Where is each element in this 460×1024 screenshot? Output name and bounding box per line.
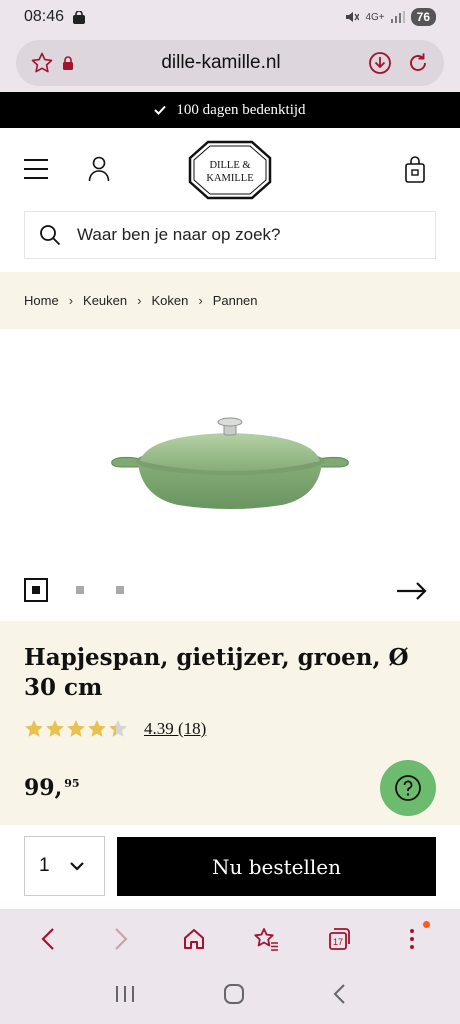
chevron-right-icon: › — [68, 293, 74, 308]
product-price: 99, 95 — [24, 775, 436, 801]
question-icon — [395, 775, 421, 801]
search-input[interactable]: Waar ben je naar op zoek? — [24, 211, 436, 259]
recent-apps-icon[interactable] — [114, 985, 136, 1008]
price-main: 99, — [24, 775, 63, 801]
notification-dot — [422, 921, 430, 928]
quantity-value: 1 — [39, 855, 50, 876]
chevron-right-icon: › — [198, 293, 203, 308]
quantity-select[interactable]: 1 — [24, 836, 105, 896]
arrow-right-icon[interactable] — [396, 581, 428, 606]
more-menu-icon[interactable] — [392, 919, 432, 959]
breadcrumb-pannen[interactable]: Pannen — [213, 293, 258, 308]
carousel-indicators — [24, 578, 128, 602]
star-icon — [46, 720, 64, 737]
breadcrumb-keuken[interactable]: Keuken — [83, 293, 127, 308]
carousel-dot[interactable] — [116, 586, 124, 594]
bookmark-star-icon[interactable] — [30, 51, 54, 75]
status-icons: 4G+ 76 — [345, 8, 436, 26]
status-bar: 08:46 4G+ 76 — [0, 0, 460, 34]
chevron-down-icon — [69, 861, 84, 871]
usp-banner: 100 dagen bedenktijd — [0, 92, 460, 128]
forward-icon[interactable] — [101, 919, 141, 959]
rating-link[interactable]: 4.39 (18) — [144, 719, 206, 739]
product-photo-green-pan — [111, 417, 349, 509]
system-navigation — [0, 969, 460, 1024]
battery-badge: 76 — [410, 8, 436, 26]
product-rating: 4.39 (18) — [24, 719, 436, 739]
system-home-icon[interactable] — [223, 983, 245, 1010]
star-icon — [88, 720, 106, 737]
star-icon — [67, 720, 85, 737]
order-bar: 1 Nu bestellen — [0, 825, 460, 909]
logo-line-2: KAMILLE — [206, 173, 253, 184]
search-icon — [40, 225, 61, 246]
reload-icon[interactable] — [406, 51, 430, 75]
tabs-icon[interactable]: 17 — [319, 919, 359, 959]
product-title: Hapjespan, gietijzer, groen, Ø 30 cm — [24, 644, 409, 701]
user-icon[interactable] — [88, 156, 110, 187]
browser-bottom-bar: 17 — [0, 909, 460, 969]
star-partial-icon — [109, 720, 127, 737]
url-text[interactable]: dille-kamille.nl — [74, 52, 368, 74]
product-image-carousel[interactable] — [0, 329, 460, 621]
lock-icon — [62, 56, 74, 70]
browser-toolbar: dille-kamille.nl — [0, 34, 460, 92]
price-cents: 95 — [64, 777, 80, 790]
breadcrumb-koken[interactable]: Koken — [151, 293, 188, 308]
status-time: 08:46 — [24, 8, 65, 25]
logo-line-1: DILLE & — [209, 160, 250, 171]
carousel-dot-active[interactable] — [24, 578, 48, 602]
checkmark-icon — [154, 105, 167, 115]
home-icon[interactable] — [174, 919, 214, 959]
order-button[interactable]: Nu bestellen — [117, 837, 436, 896]
rating-stars — [24, 719, 130, 739]
chevron-right-icon: › — [137, 293, 142, 308]
bookmarks-star-icon[interactable] — [246, 919, 286, 959]
network-label: 4G+ — [365, 11, 385, 23]
hamburger-icon[interactable] — [24, 158, 48, 185]
breadcrumb-home[interactable]: Home — [24, 293, 59, 308]
download-icon[interactable] — [368, 51, 392, 75]
site-header: DILLE & KAMILLE — [0, 128, 460, 210]
carousel-dot[interactable] — [76, 586, 84, 594]
signal-icon — [390, 11, 405, 23]
search-placeholder: Waar ben je naar op zoek? — [77, 225, 281, 244]
back-icon[interactable] — [28, 919, 68, 959]
star-icon — [25, 720, 43, 737]
shopping-bag-icon[interactable] — [404, 156, 426, 189]
breadcrumb: Home › Keuken › Koken › Pannen — [0, 272, 460, 329]
banner-text: 100 dagen bedenktijd — [176, 101, 306, 118]
svg-text:17: 17 — [333, 937, 343, 947]
brand-logo[interactable]: DILLE & KAMILLE — [188, 140, 272, 205]
mute-icon — [346, 12, 360, 22]
help-button[interactable] — [380, 760, 436, 816]
system-back-icon[interactable] — [332, 983, 346, 1010]
url-field[interactable]: dille-kamille.nl — [16, 40, 444, 86]
shopping-bag-status-icon — [73, 10, 86, 24]
